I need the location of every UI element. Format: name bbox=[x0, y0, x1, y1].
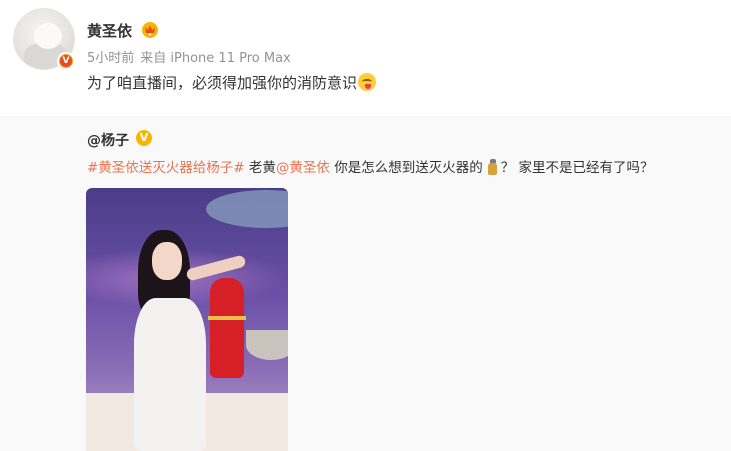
crown-icon bbox=[142, 22, 158, 38]
post-text-content: 为了咱直播间，必须得加强你的消防意识 bbox=[87, 74, 358, 92]
repost-username[interactable]: @杨子 bbox=[87, 130, 129, 150]
mention-link[interactable]: @黄圣依 bbox=[276, 160, 330, 176]
post-text: 为了咱直播间，必须得加强你的消防意识 bbox=[87, 72, 377, 93]
repost-text-part2: 你是怎么想到送灭火器的 bbox=[329, 160, 483, 176]
post-meta: 5小时前 来自 iPhone 11 Pro Max bbox=[87, 47, 291, 66]
repost-photo[interactable] bbox=[86, 188, 288, 451]
hashtag-link[interactable]: #黄圣依送灭火器给杨子# bbox=[87, 160, 245, 176]
verified-badge-icon: V bbox=[57, 52, 75, 70]
repost-text: #黄圣依送灭火器给杨子# 老黄@黄圣依 你是怎么想到送灭火器的 ？ 家里不是已经有… bbox=[87, 156, 654, 176]
extinguisher-emoji-icon bbox=[485, 159, 499, 175]
tongue-emoji-icon bbox=[358, 73, 377, 91]
post-source: 来自 iPhone 11 Pro Max bbox=[140, 51, 291, 66]
reposted-content[interactable]: @杨子 V #黄圣依送灭火器给杨子# 老黄@黄圣依 你是怎么想到送灭火器的 ？ 家… bbox=[0, 116, 731, 451]
gold-verified-icon: V bbox=[136, 130, 152, 146]
avatar[interactable]: V bbox=[13, 8, 75, 70]
post-username[interactable]: 黄圣依 bbox=[87, 20, 132, 41]
weibo-post: V 黄圣依 5小时前 来自 iPhone 11 Pro Max 为了咱直播间，必须… bbox=[0, 0, 731, 451]
repost-text-part1: 老黄 bbox=[244, 160, 276, 176]
post-time[interactable]: 5小时前 bbox=[87, 51, 134, 66]
repost-text-part3: ？ 家里不是已经有了吗？ bbox=[500, 160, 654, 176]
